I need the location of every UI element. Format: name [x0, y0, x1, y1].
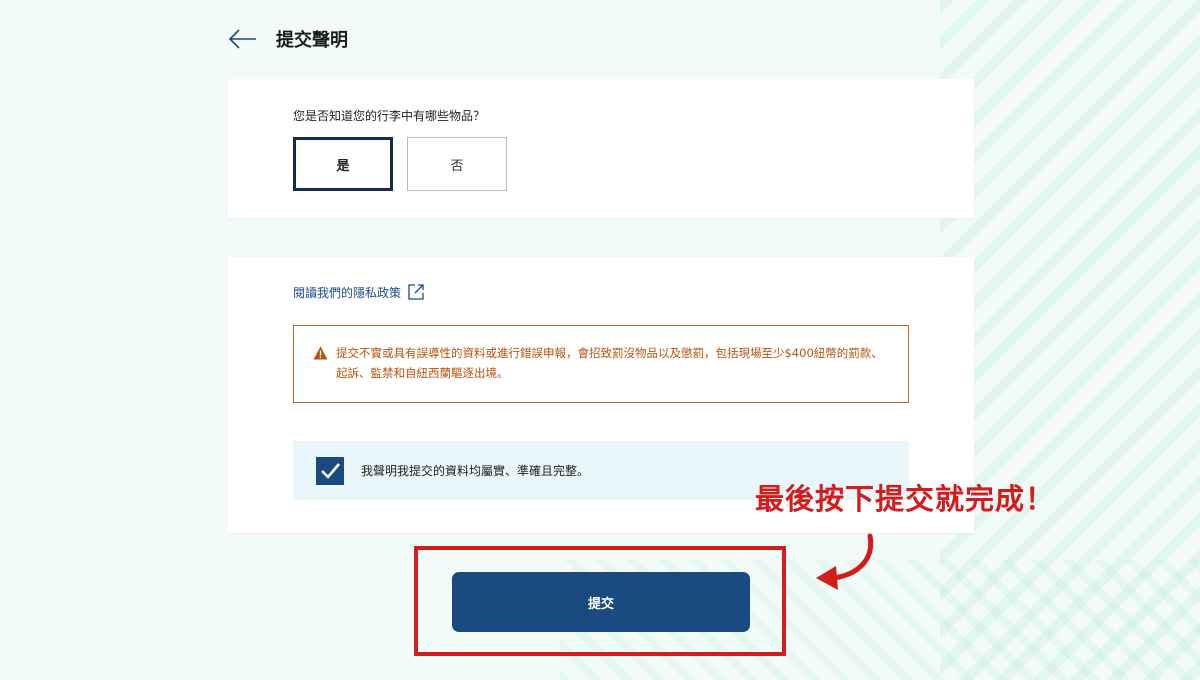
- warning-text: 提交不實或具有誤導性的資料或進行錯誤申報，會招致罰沒物品以及懲罰，包括現場至少$…: [336, 346, 883, 380]
- question-label: 您是否知道您的行李中有哪些物品？: [293, 109, 486, 123]
- annotation-text: 最後按下提交就完成！: [755, 482, 1056, 516]
- warning-icon: [313, 346, 328, 360]
- declaration-checkbox[interactable]: [316, 456, 344, 485]
- highlight-frame: [414, 546, 786, 656]
- privacy-policy-link[interactable]: 閱讀我們的隱私政策: [293, 283, 425, 301]
- check-icon: [321, 462, 340, 479]
- page-header: 提交聲明: [228, 24, 348, 54]
- declaration-text: 我聲明我提交的資料均屬實、準確且完整。: [361, 464, 590, 478]
- option-yes-button[interactable]: 是: [293, 137, 393, 191]
- annotation-arrow-icon: [816, 533, 874, 590]
- back-arrow-icon[interactable]: [228, 24, 258, 54]
- question-card: 您是否知道您的行李中有哪些物品？ 是 否: [228, 79, 974, 218]
- privacy-link-label: 閱讀我們的隱私政策: [293, 285, 402, 300]
- external-link-icon: [408, 284, 424, 300]
- option-no-button[interactable]: 否: [407, 137, 507, 191]
- page-title: 提交聲明: [276, 30, 348, 51]
- warning-box: 提交不實或具有誤導性的資料或進行錯誤申報，會招致罰沒物品以及懲罰，包括現場至少$…: [293, 325, 909, 403]
